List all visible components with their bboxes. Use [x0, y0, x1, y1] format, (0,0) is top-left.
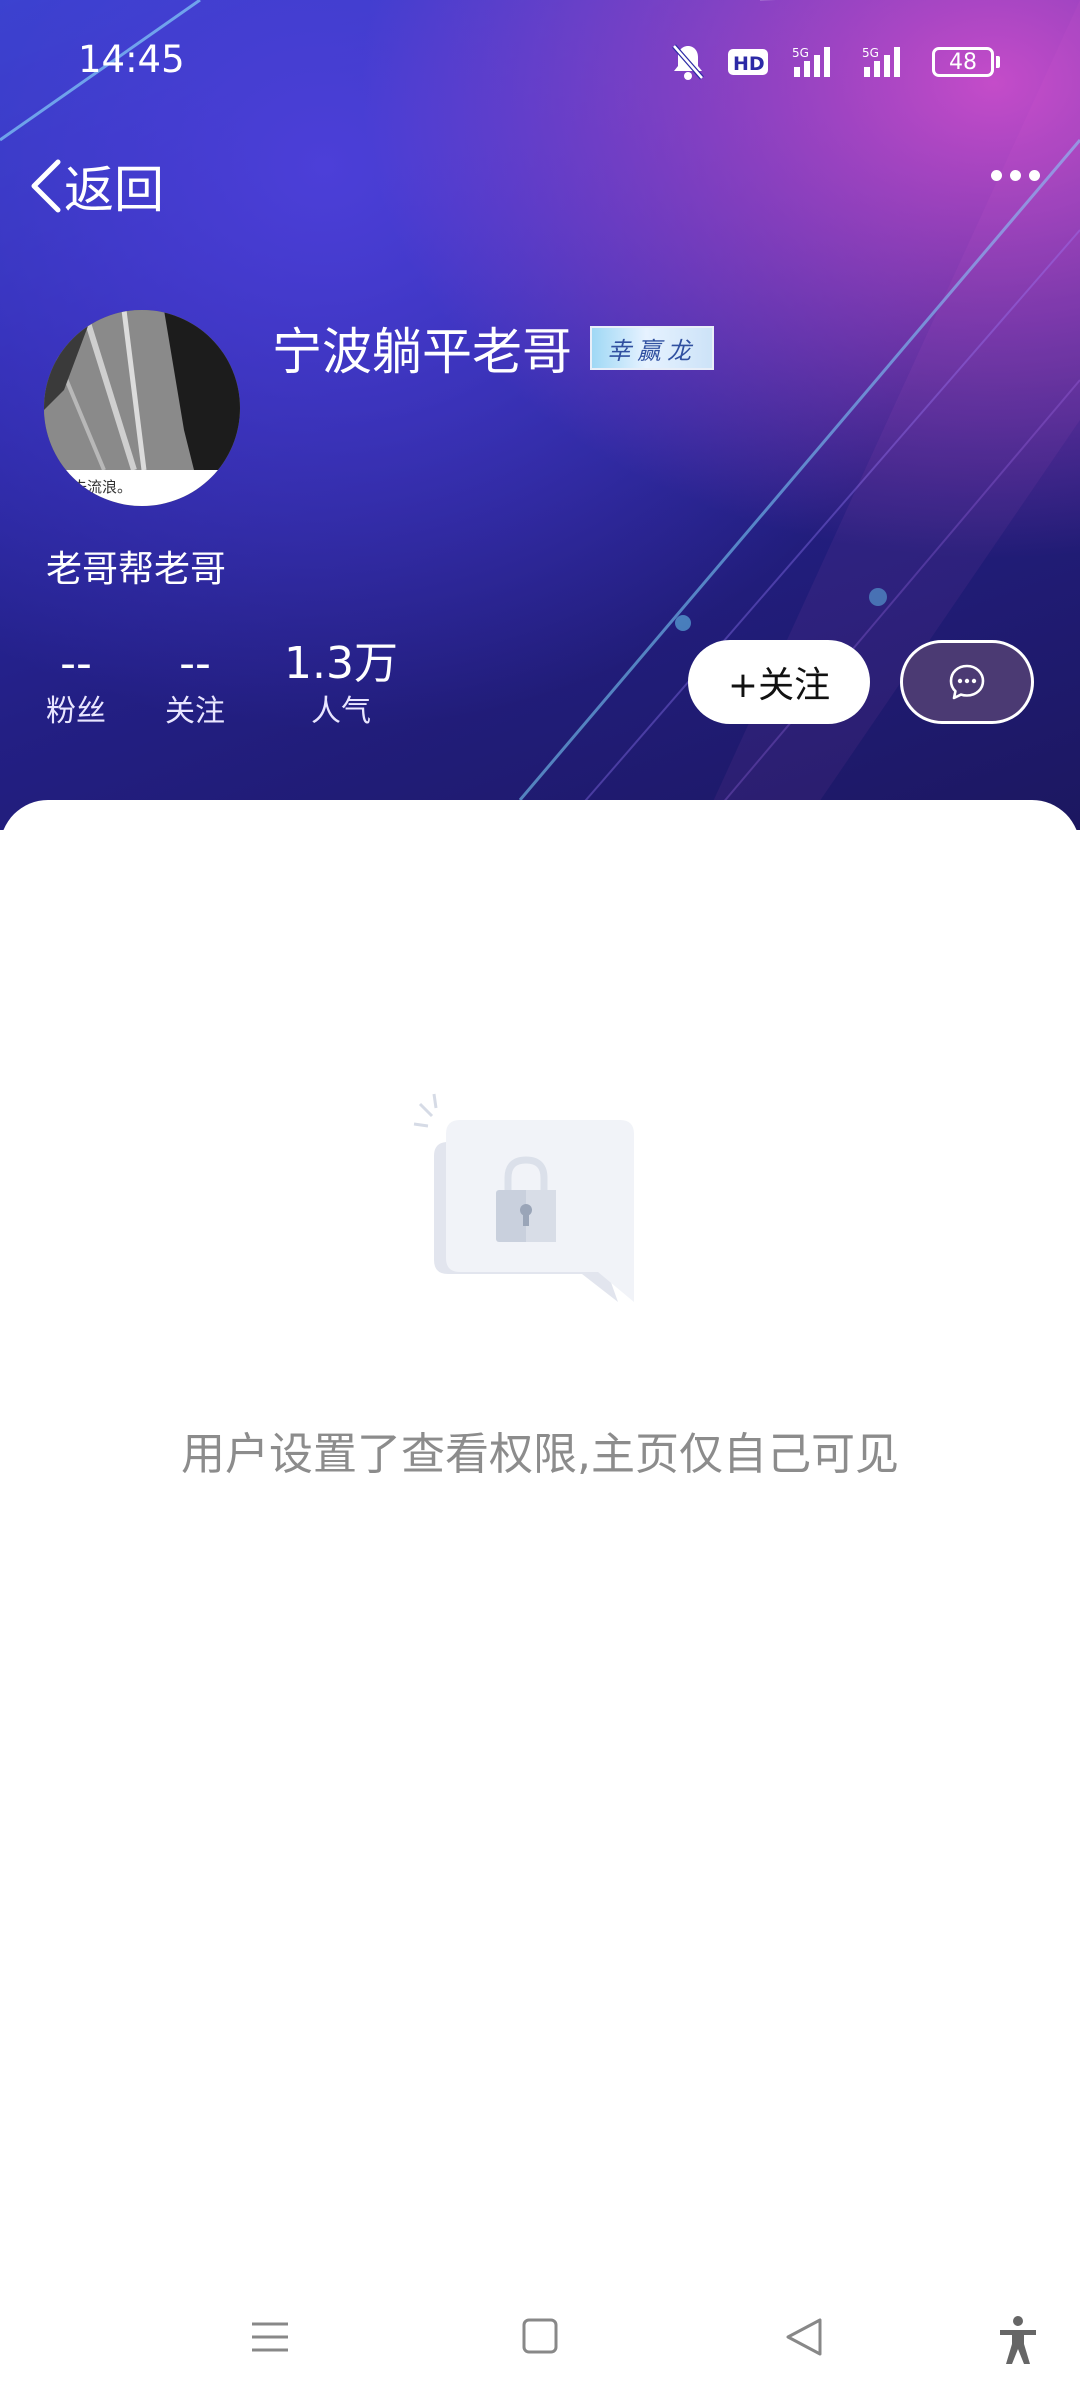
nickname-row: 宁波躺平老哥 幸赢龙	[272, 312, 714, 384]
signal-5g-icon: 5G	[792, 45, 840, 79]
battery-level: 48	[932, 47, 994, 77]
back-label: 返回	[64, 161, 164, 219]
square-icon	[522, 2318, 558, 2354]
avatar-image: 去流浪。	[44, 310, 240, 506]
signal-5g-icon-2: 5G	[862, 45, 910, 79]
stat-following[interactable]: -- 关注	[165, 636, 225, 732]
message-button[interactable]	[900, 640, 1034, 724]
chat-bubble-icon	[949, 664, 985, 700]
menu-icon	[252, 2322, 288, 2352]
stat-label: 粉丝	[46, 694, 106, 729]
stat-value: 1.3万	[284, 638, 398, 689]
status-bar: 14:45 HD 5G 5G 48	[0, 0, 1080, 120]
recent-apps-button[interactable]	[250, 2314, 290, 2364]
dot-icon	[1029, 170, 1040, 181]
hd-voice-icon: HD	[728, 47, 770, 77]
lock-icon	[412, 1090, 672, 1320]
stat-label: 人气	[311, 694, 371, 729]
svg-text:5G: 5G	[862, 46, 879, 60]
profile-stats: -- 粉丝 -- 关注 1.3万 人气	[0, 636, 440, 736]
chevron-left-icon	[31, 159, 61, 213]
user-signature: 老哥帮老哥	[46, 549, 227, 590]
top-navigation: 返回	[0, 140, 1080, 240]
stat-popularity: 1.3万 人气	[276, 636, 406, 732]
svg-text:5G: 5G	[792, 46, 809, 60]
profile-content	[0, 800, 1080, 2320]
dot-icon	[1010, 170, 1021, 181]
more-options-button[interactable]	[991, 170, 1040, 181]
user-badge[interactable]: 幸赢龙	[590, 326, 714, 370]
empty-state-message: 用户设置了查看权限,主页仅自己可见	[181, 1429, 899, 1480]
battery-icon: 48	[932, 47, 1000, 77]
accessibility-icon	[1000, 2316, 1036, 2364]
back-nav-button[interactable]	[784, 2314, 824, 2364]
avatar[interactable]: 去流浪。	[44, 310, 240, 506]
badge-text: 幸赢龙	[607, 336, 697, 365]
dot-icon	[991, 170, 1002, 181]
home-button[interactable]	[520, 2314, 560, 2364]
user-nickname: 宁波躺平老哥	[272, 323, 572, 381]
stat-value: --	[60, 638, 92, 689]
triangle-back-icon	[786, 2318, 822, 2356]
stat-label: 关注	[165, 694, 225, 729]
back-button[interactable]: 返回	[28, 150, 164, 222]
stat-fans[interactable]: -- 粉丝	[46, 636, 106, 732]
status-time: 14:45	[78, 38, 185, 81]
status-icons: HD 5G 5G 48	[670, 40, 1000, 84]
mute-bell-icon	[670, 42, 706, 82]
accessibility-button[interactable]	[996, 2314, 1040, 2370]
stat-value: --	[179, 638, 211, 689]
follow-button[interactable]: +关注	[688, 640, 870, 724]
profile-header: 14:45 HD 5G 5G 48 返回 去流浪。 宁波躺平老哥 幸赢龙 老哥帮…	[0, 0, 1080, 830]
system-navigation-bar	[0, 2300, 1080, 2400]
svg-text:HD: HD	[733, 53, 765, 75]
